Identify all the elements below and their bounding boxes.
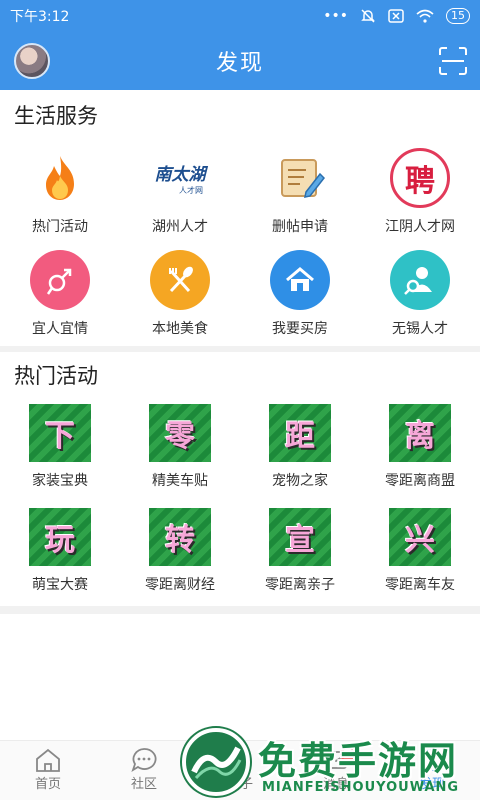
service-yiren-yiqing[interactable]: 宜人宜情	[0, 250, 120, 338]
status-bar: 下午3:12 ••• 15	[0, 0, 480, 32]
wifi-icon	[416, 9, 434, 23]
activity-home-decor[interactable]: 下 家装宝典	[0, 404, 120, 490]
service-buy-house[interactable]: 我要买房	[240, 250, 360, 338]
activity-label: 零距离车友	[385, 577, 455, 593]
activity-parent-child[interactable]: 宣 零距离亲子	[240, 508, 360, 594]
person-search-icon	[390, 250, 450, 310]
service-local-food[interactable]: 本地美食	[120, 250, 240, 338]
tab-home[interactable]: 首页	[0, 747, 96, 792]
activity-finance[interactable]: 转 零距离财经	[120, 508, 240, 594]
activity-tile-image: 零	[149, 404, 211, 462]
house-icon	[270, 250, 330, 310]
home-icon	[36, 748, 60, 772]
section-title-life-services: 生活服务	[14, 104, 98, 128]
activity-label: 家装宝典	[32, 473, 88, 489]
service-label: 删帖申请	[272, 219, 328, 235]
tab-label: 首页	[34, 777, 61, 792]
activity-label: 精美车贴	[152, 473, 208, 489]
status-time: 下午3:12	[10, 9, 70, 25]
activity-label: 零距离财经	[145, 577, 215, 593]
app-header: 发现	[0, 32, 480, 90]
service-label: 无锡人才	[392, 321, 448, 337]
activity-tile-image: 玩	[29, 508, 91, 566]
scroll-icon	[281, 159, 325, 198]
activity-tile-image: 转	[149, 508, 211, 566]
service-label: 本地美食	[152, 321, 208, 337]
service-delete-post-request[interactable]: 删帖申请	[240, 148, 360, 236]
activity-car-stickers[interactable]: 零 精美车贴	[120, 404, 240, 490]
tab-community[interactable]: 社区	[96, 747, 192, 792]
site-watermark: 免费手游网 MIANFEISHOUYOUWANG	[182, 728, 480, 800]
activity-tile-image: 下	[29, 404, 91, 462]
service-hot-activities[interactable]: 热门活动	[0, 148, 120, 236]
activity-tile-image: 距	[269, 404, 331, 462]
service-wuxi-talent[interactable]: 无锡人才	[360, 250, 480, 338]
activity-label: 宠物之家	[272, 473, 328, 489]
watermark-subtitle: MIANFEISHOUYOUWANG	[262, 780, 460, 795]
activity-label: 零距离商盟	[385, 473, 455, 489]
chat-bubble-icon	[131, 748, 157, 773]
activity-tile-image: 兴	[389, 508, 451, 566]
page-title: 发现	[215, 51, 264, 76]
activity-pet-home[interactable]: 距 宠物之家	[240, 404, 360, 490]
activity-tile-image: 宣	[269, 508, 331, 566]
flame-icon	[46, 156, 74, 200]
section-divider	[0, 606, 480, 614]
section-title-hot-activities: 热门活动	[14, 364, 98, 388]
huzhou-talent-logo: 南太湖 人才网	[154, 165, 206, 195]
service-label: 江阴人才网	[385, 219, 455, 235]
service-label: 热门活动	[32, 219, 88, 235]
gender-icon	[30, 250, 90, 310]
activity-merchant-alliance[interactable]: 离 零距离商盟	[360, 404, 480, 490]
hot-activities-section: 热门活动 下 家装宝典 零 精美车贴 距 宠物之家 离 零距离商盟 玩 萌宝大赛…	[0, 352, 480, 606]
watermark-title: 免费手游网	[258, 739, 459, 783]
more-dots-icon: •••	[323, 8, 348, 24]
service-label: 宜人宜情	[32, 321, 88, 337]
service-huzhou-talent[interactable]: 南太湖 人才网 湖州人才	[120, 148, 240, 236]
no-sim-icon	[388, 9, 404, 23]
activity-baby-contest[interactable]: 玩 萌宝大赛	[0, 508, 120, 594]
recruit-icon: 聘	[390, 148, 450, 208]
battery-indicator: 15	[446, 8, 470, 24]
scan-icon[interactable]	[438, 46, 468, 76]
service-jiangyin-talent[interactable]: 聘 江阴人才网	[360, 148, 480, 236]
activity-label: 萌宝大赛	[32, 577, 88, 593]
service-label: 湖州人才	[152, 219, 208, 235]
activity-car-club[interactable]: 兴 零距离车友	[360, 508, 480, 594]
status-icons: ••• 15	[323, 8, 470, 24]
mute-bell-icon	[361, 9, 375, 23]
service-label: 我要买房	[272, 321, 328, 337]
tab-label: 社区	[130, 777, 157, 792]
activity-tile-image: 离	[389, 404, 451, 462]
avatar[interactable]	[14, 43, 50, 79]
watermark-logo	[182, 728, 250, 796]
life-services-section: 生活服务 热门活动 南太湖 人才网 湖州人才 删帖申请 聘 江阴人才网 宜人宜情…	[0, 90, 480, 346]
activity-label: 零距离亲子	[265, 577, 335, 593]
fork-spoon-icon	[150, 250, 210, 310]
